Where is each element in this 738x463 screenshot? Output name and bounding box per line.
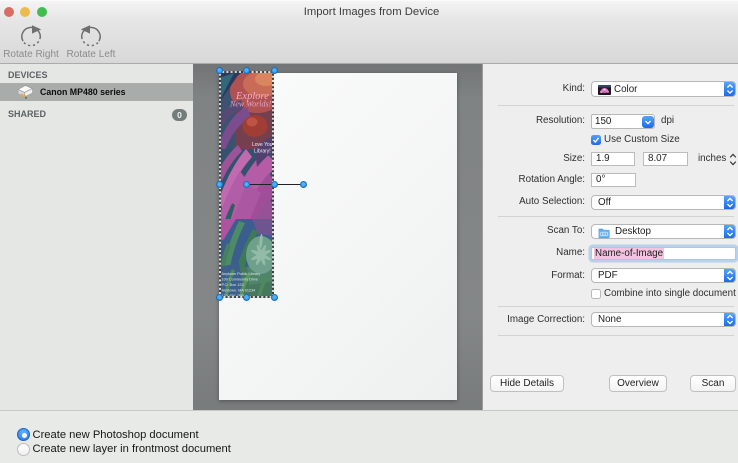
svg-text:Library!: Library! [254, 148, 271, 154]
svg-text:P.O. Box 123: P.O. Box 123 [222, 283, 244, 287]
svg-text:New Worlds!: New Worlds! [229, 99, 272, 108]
svg-text:100 Community Drive: 100 Community Drive [222, 277, 259, 281]
svg-text:Love Your: Love Your [252, 142, 274, 148]
svg-text:Anytown Public Library: Anytown Public Library [222, 272, 261, 276]
svg-text:Anytown, MA 01234: Anytown, MA 01234 [222, 288, 256, 292]
